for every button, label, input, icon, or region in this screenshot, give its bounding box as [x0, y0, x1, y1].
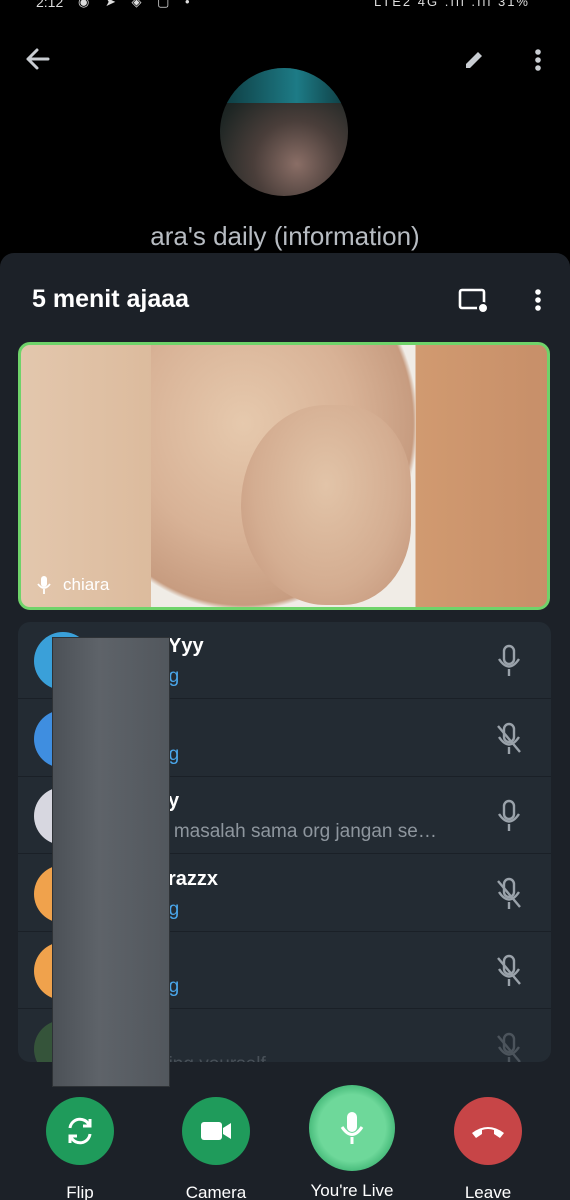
flip-button[interactable]: Flip	[25, 1097, 135, 1200]
flip-label: Flip	[66, 1183, 94, 1200]
live-mic-button[interactable]: You're Live	[297, 1085, 407, 1200]
video-camera-icon	[201, 1122, 231, 1140]
mic-off-icon[interactable]	[494, 954, 524, 988]
screen-share-icon[interactable]	[456, 283, 492, 317]
participant-name: Yyy	[168, 635, 204, 657]
more-vertical-icon[interactable]	[526, 283, 550, 317]
notification-icons: ◉ ➤ ◈ ▢ •	[78, 0, 196, 9]
mic-off-icon[interactable]	[494, 877, 524, 911]
call-title: 5 menit ajaaa	[32, 285, 190, 313]
live-mic-circle[interactable]	[309, 1085, 395, 1171]
hang-up-icon	[472, 1127, 504, 1138]
camera-circle[interactable]	[182, 1097, 250, 1165]
redaction-overlay	[52, 637, 170, 1087]
participant-name: razzx	[168, 867, 219, 890]
more-vertical-icon[interactable]	[526, 44, 550, 76]
mic-off-icon[interactable]	[494, 1032, 524, 1063]
leave-circle[interactable]	[454, 1097, 522, 1165]
speaker-label: chiara	[37, 575, 109, 595]
network-battery: LTE2 4G .ıll .ıll 31%	[374, 0, 530, 9]
camera-label: Camera	[185, 1183, 247, 1200]
leave-button[interactable]: Leave	[433, 1097, 543, 1200]
mic-icon	[340, 1112, 364, 1144]
live-label: You're Live	[310, 1181, 394, 1200]
status-bar: 2:12 ◉ ➤ ◈ ▢ • LTE2 4G .ıll .ıll 31%	[0, 0, 570, 18]
battery-level: 31%	[497, 0, 530, 9]
mic-off-icon[interactable]	[494, 722, 524, 756]
channel-avatar[interactable]	[220, 68, 348, 196]
participant-status: eing yourself	[158, 1054, 266, 1063]
participant-status: a masalah sama org jangan se…	[158, 821, 437, 842]
leave-label: Leave	[464, 1183, 512, 1200]
back-arrow-icon[interactable]	[20, 44, 56, 74]
network-indicator: LTE2 4G .ıll .ıll	[374, 0, 493, 9]
status-time: 2:12	[36, 0, 64, 10]
mic-icon[interactable]	[494, 644, 524, 678]
mic-icon[interactable]	[494, 799, 524, 833]
channel-header: ara's daily (information)	[0, 18, 570, 263]
mic-icon	[37, 576, 51, 594]
speaker-video-tile[interactable]: chiara	[18, 342, 550, 610]
speaker-name: chiara	[63, 575, 110, 594]
camera-button[interactable]: Camera	[161, 1097, 271, 1200]
channel-title: ara's daily (information)	[150, 221, 420, 251]
call-controls: Flip Camera You're Live Leave	[0, 1085, 570, 1200]
pencil-icon[interactable]	[458, 44, 490, 76]
flip-circle[interactable]	[46, 1097, 114, 1165]
flip-camera-icon	[68, 1117, 92, 1145]
